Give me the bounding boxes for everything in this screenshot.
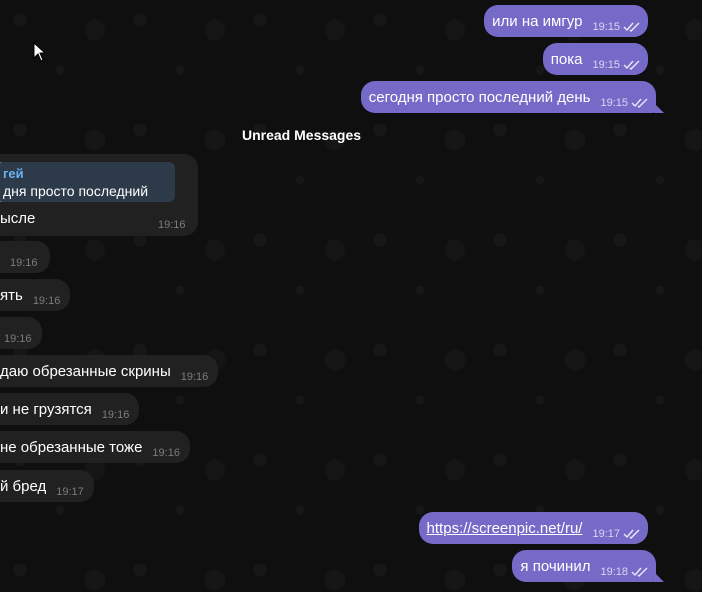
outgoing-message[interactable]: пока 19:15 [542,43,648,75]
message-time: 19:16 [158,219,186,231]
outgoing-message[interactable]: я починил 19:18 [512,550,664,582]
double-check-icon [623,22,640,32]
message-time: 19:16 [4,333,32,345]
message-text: ять [0,286,23,304]
double-check-icon [623,60,640,70]
message-time: 19:16 [10,257,38,269]
double-check-icon [631,98,648,108]
message-text: не обрезанные тоже [0,438,143,456]
incoming-message[interactable]: и не грузятся 19:16 [0,393,140,425]
incoming-reply-message[interactable]: гей дня просто последний день ысле 19:16 [0,154,198,236]
message-time: 19:16 [180,371,209,383]
message-link[interactable]: https://screenpic.net/ru/ [427,520,583,537]
outgoing-message[interactable]: или на имгур 19:15 [484,5,648,37]
message-text: ысле [0,210,36,227]
message-time: 19:17 [56,486,84,498]
message-time: 19:18 [600,566,628,578]
message-time: 19:16 [32,295,61,307]
message-text: сегодня просто последний день [368,88,591,106]
incoming-message[interactable]: 19:16 [0,241,50,273]
message-text: или на имгур [492,12,583,30]
reply-quote[interactable]: гей дня просто последний день [0,162,175,202]
message-text: и не грузятся [0,400,92,418]
message-time: 19:17 [592,528,620,540]
reply-author: гей [3,166,24,181]
message-time: 19:16 [101,409,130,421]
incoming-message[interactable]: 19:16 [0,317,42,349]
outgoing-message[interactable]: сегодня просто последний день 19:15 [360,81,665,113]
double-check-icon [623,529,640,539]
message-text: даю обрезанные скрины [0,362,171,380]
message-text: я починил [520,557,591,575]
message-time: 19:15 [592,59,620,71]
incoming-message[interactable]: ять 19:16 [0,279,71,311]
message-time: 19:16 [152,447,180,459]
double-check-icon [631,567,648,577]
unread-messages-divider: Unread Messages [242,127,362,143]
message-text: пока [550,50,583,68]
mouse-cursor-icon [33,42,47,62]
outgoing-message[interactable]: https://screenpic.net/ru/ 19:17 [418,512,648,544]
incoming-message[interactable]: й бред 19:17 [0,470,94,502]
message-time: 19:15 [600,97,628,109]
incoming-message[interactable]: даю обрезанные скрины 19:16 [0,355,219,387]
message-text: й бред [0,477,47,495]
message-time: 19:15 [592,21,620,33]
incoming-message[interactable]: не обрезанные тоже 19:16 [0,431,190,463]
reply-quoted-text: дня просто последний день [3,183,149,202]
